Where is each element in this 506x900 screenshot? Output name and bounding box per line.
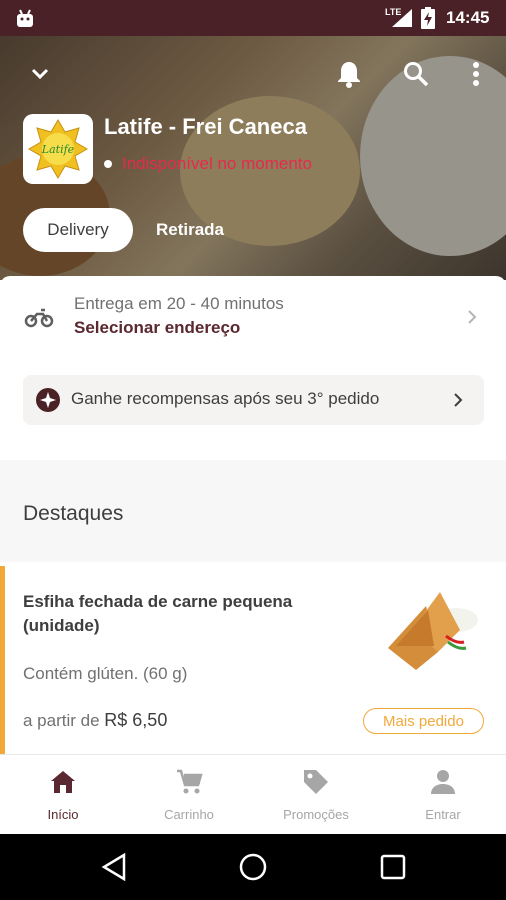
status-bar: LTE 14:45: [0, 0, 506, 36]
chevron-down-icon: [31, 68, 49, 80]
back-icon[interactable]: [100, 852, 130, 882]
item-badge: Mais pedido: [363, 708, 484, 734]
rewards-text: Ganhe recompensas após seu 3° pedido: [71, 389, 380, 408]
highlight-item[interactable]: Esfiha fechada de carne pequena (unidade…: [0, 566, 506, 754]
item-description: Contém glúten. (60 g): [23, 664, 188, 683]
home-icon: [51, 771, 75, 793]
rewards-star-icon: [36, 388, 60, 412]
nav-item-home[interactable]: Início: [0, 755, 126, 835]
tag-icon: [304, 770, 328, 794]
item-name: Esfiha fechada de carne pequena (unidade…: [23, 592, 293, 635]
search-button[interactable]: [398, 56, 434, 92]
bell-icon: [338, 62, 360, 88]
signal-icon: [392, 9, 412, 27]
collapse-button[interactable]: [22, 56, 58, 92]
item-price-value: R$ 6,50: [104, 710, 168, 730]
recents-icon[interactable]: [378, 852, 408, 882]
nav-item-login[interactable]: Entrar: [380, 755, 506, 835]
home-circle-icon[interactable]: [238, 852, 268, 882]
chevron-right-icon: [454, 393, 463, 407]
store-logo: Latife: [23, 114, 93, 184]
more-vert-icon: [473, 62, 479, 86]
nav-label-cart: Carrinho: [164, 807, 214, 822]
status-dot: [104, 160, 112, 168]
store-status: Indisponível no momento: [104, 154, 312, 174]
highlights-header: Destaques: [0, 460, 506, 562]
clock: 14:45: [446, 8, 490, 27]
bottom-navigation: Início Carrinho Promoções Entrar: [0, 754, 506, 834]
delivery-info-row[interactable]: Entrega em 20 - 40 minutos Selecionar en…: [0, 276, 506, 360]
notifications-button[interactable]: [331, 56, 367, 92]
item-price: a partir de R$ 6,50: [23, 710, 167, 731]
store-name: Latife - Frei Caneca: [104, 114, 307, 139]
select-address-link[interactable]: Selecionar endereço: [74, 318, 240, 338]
delivery-time: Entrega em 20 - 40 minutos: [74, 294, 284, 313]
system-navigation-bar: [0, 834, 506, 900]
store-status-text: Indisponível no momento: [122, 154, 312, 173]
esfiha-image: [388, 592, 478, 670]
store-hero: Latife Latife - Frei Caneca Indisponível…: [0, 36, 506, 280]
nav-item-promotions[interactable]: Promoções: [253, 755, 379, 835]
person-icon: [431, 770, 455, 794]
item-price-prefix: a partir de: [23, 711, 100, 730]
tab-delivery[interactable]: Delivery: [23, 208, 133, 252]
item-accent-bar: [0, 566, 5, 754]
chevron-right-icon: [468, 310, 477, 324]
search-icon: [404, 62, 429, 87]
rewards-banner[interactable]: Ganhe recompensas após seu 3° pedido: [23, 375, 484, 425]
highlights-title: Destaques: [23, 502, 124, 525]
battery-charging-icon: [421, 7, 435, 29]
more-options-button[interactable]: [458, 56, 494, 92]
motorcycle-icon: [24, 308, 54, 328]
nav-label-promotions: Promoções: [283, 807, 349, 822]
nav-label-home: Início: [47, 807, 79, 822]
nav-item-cart[interactable]: Carrinho: [126, 755, 252, 835]
store-logo-badge: Latife: [28, 119, 88, 179]
android-icon: [17, 9, 33, 27]
cart-icon: [177, 769, 203, 794]
store-logo-text: Latife: [41, 143, 75, 156]
nav-label-login: Entrar: [425, 807, 461, 822]
store-content: Entrega em 20 - 40 minutos Selecionar en…: [0, 276, 506, 754]
tab-pickup[interactable]: Retirada: [140, 208, 240, 252]
